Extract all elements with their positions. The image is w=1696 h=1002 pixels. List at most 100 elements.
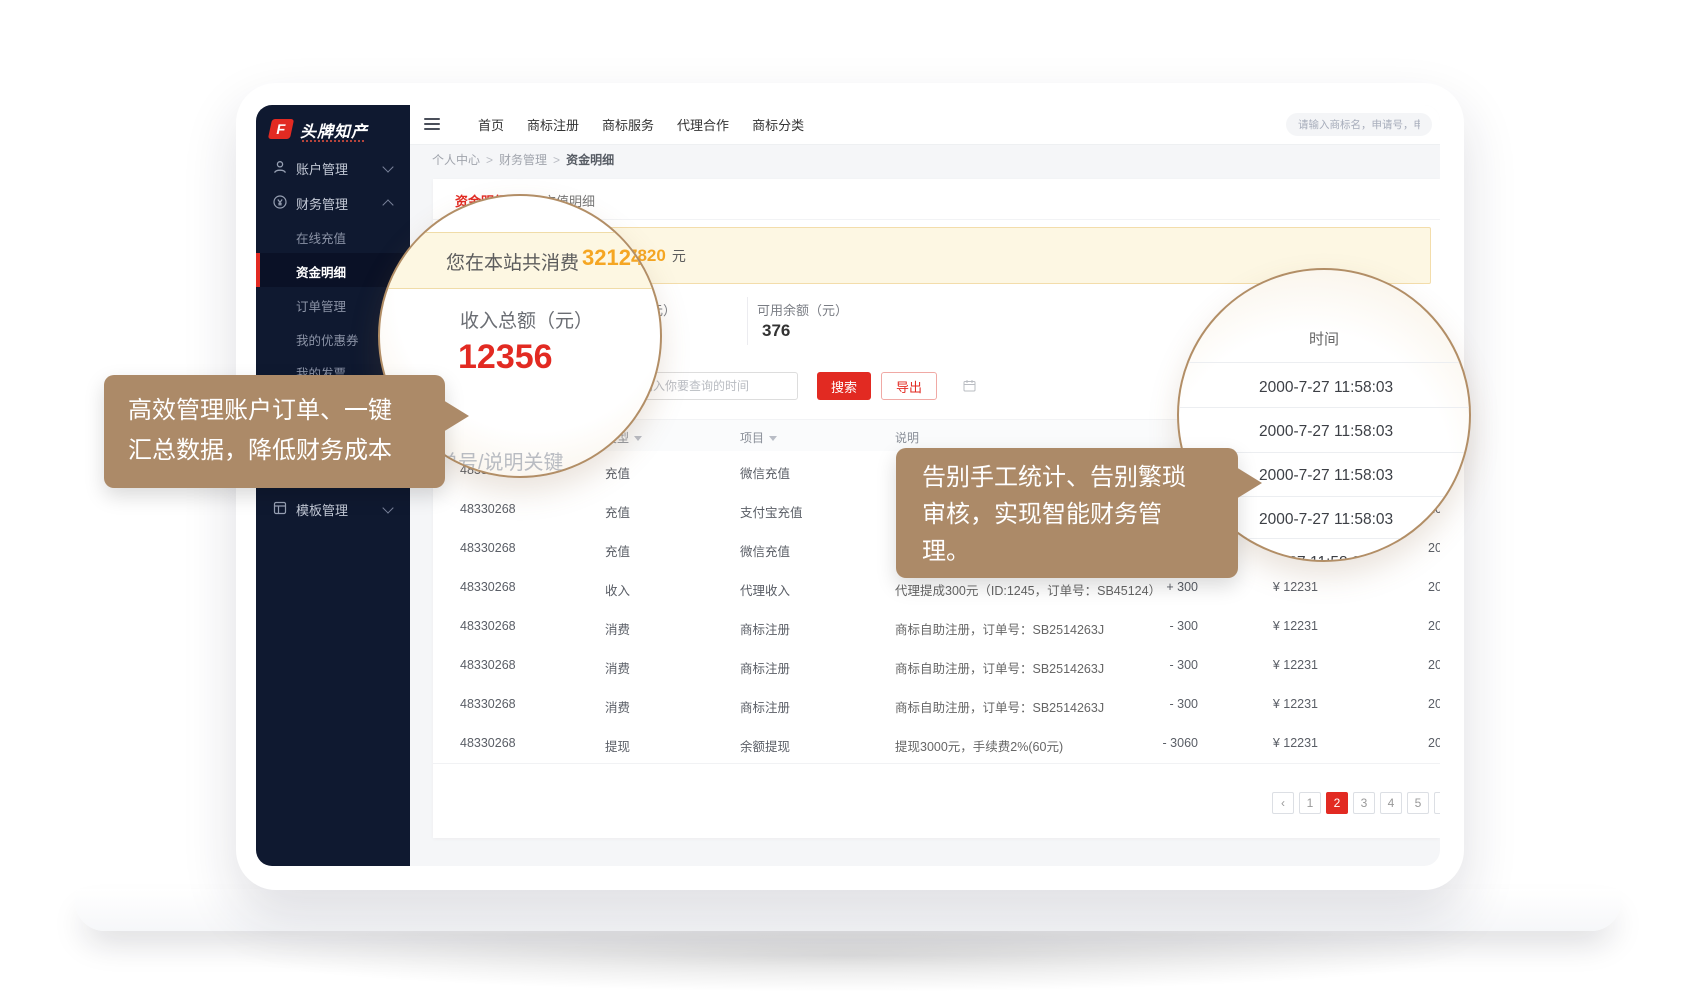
sidebar-item-label: 模板管理 <box>296 500 348 519</box>
menu-icon[interactable] <box>424 118 440 130</box>
calendar-icon <box>963 379 976 392</box>
nav-tab-trademark-service[interactable]: 商标服务 <box>602 115 654 134</box>
nav-tab-trademark-register[interactable]: 商标注册 <box>527 115 579 134</box>
cell-amount: - 3060 <box>1123 736 1198 750</box>
sidebar-item-finance[interactable]: 财务管理 <box>256 185 410 219</box>
brand-logo-icon: F <box>268 119 294 139</box>
callout-right: 告别手工统计、告别繁琐 审核，实现智能财务管 理。 <box>896 448 1238 578</box>
cell-desc: 商标自助注册，订单号：SB2514263J <box>895 619 1104 638</box>
search-button[interactable]: 搜索 <box>817 372 871 400</box>
breadcrumb-item[interactable]: 个人中心 <box>432 153 480 167</box>
breadcrumb-item[interactable]: 财务管理 <box>499 153 547 167</box>
pagination-page-5[interactable]: 5 <box>1407 792 1429 814</box>
stat-balance-value: 376 <box>762 321 790 341</box>
finance-icon <box>272 194 288 210</box>
pagination-prev-button[interactable]: ‹ <box>1272 792 1294 814</box>
pagination-page-3[interactable]: 3 <box>1353 792 1375 814</box>
cell-amount: - 300 <box>1123 697 1198 711</box>
sidebar-item-label: 我的优惠券 <box>296 330 359 349</box>
breadcrumb-separator: > <box>553 153 560 167</box>
magnified-timestamp: 2000-7-27 11:58:03 <box>1259 511 1393 529</box>
sidebar-item-label: 财务管理 <box>296 194 348 213</box>
cell-order: 48330268 <box>460 697 516 711</box>
cell-time: 2000-7-27 11:58:03 <box>1428 619 1440 633</box>
pagination: ‹ 1 2 3 4 5 › <box>1272 792 1440 814</box>
export-button[interactable]: 导出 <box>881 372 937 400</box>
top-navigation: 首页 商标注册 商标服务 代理合作 商标分类 <box>478 105 804 144</box>
cell-time: 2000-7-27 11:58:03 <box>1428 736 1440 750</box>
cell-amount: + 300 <box>1123 580 1198 594</box>
cell-project: 商标注册 <box>740 697 790 716</box>
user-icon <box>272 159 288 175</box>
pagination-next-button[interactable]: › <box>1434 792 1440 814</box>
cell-order: 48330268 <box>460 736 516 750</box>
nav-tab-home[interactable]: 首页 <box>478 115 504 134</box>
template-icon <box>272 500 288 516</box>
magnified-banner-text: 您在本站共消费 <box>446 248 579 275</box>
chevron-up-icon <box>382 199 393 210</box>
cell-balance: ¥ 12231 <box>1228 658 1318 672</box>
laptop-base <box>75 889 1621 931</box>
pagination-page-2-active[interactable]: 2 <box>1326 792 1348 814</box>
cell-desc: 商标自助注册，订单号：SB2514263J <box>895 697 1104 716</box>
cell-order: 48330268 <box>460 580 516 594</box>
divider <box>1179 362 1469 363</box>
cell-order: 48330268 <box>460 658 516 672</box>
cell-type: 消费 <box>605 619 630 638</box>
cell-time: 2000-7-27 11:58:03 <box>1428 697 1440 711</box>
cell-project: 微信充值 <box>740 541 790 560</box>
cell-project: 微信充值 <box>740 463 790 482</box>
sidebar-item-account[interactable]: 账户管理 <box>256 150 410 184</box>
cell-balance: ¥ 12231 <box>1228 736 1318 750</box>
table-row: 48330268 提现 余额提现 提现3000元，手续费2%(60元) - 30… <box>433 724 1440 764</box>
chevron-down-icon <box>382 502 393 513</box>
sidebar-item-label: 资金明细 <box>296 262 346 281</box>
cell-project: 商标注册 <box>740 658 790 677</box>
cell-time: 2000-7-27 11:58:03 <box>1428 658 1440 672</box>
stat-balance-label: 可用余额（元） <box>757 300 848 319</box>
sidebar-item-label: 账户管理 <box>296 159 348 178</box>
breadcrumb: 个人中心>财务管理>资金明细 <box>410 145 1440 176</box>
topbar: 首页 商标注册 商标服务 代理合作 商标分类 <box>410 105 1440 145</box>
active-indicator <box>256 253 260 287</box>
cell-type: 收入 <box>605 580 630 599</box>
cell-desc: 商标自助注册，订单号：SB2514263J <box>895 658 1104 677</box>
cell-balance: ¥ 12231 <box>1228 697 1318 711</box>
col-desc-header: 说明 <box>895 429 919 446</box>
topbar-search-input[interactable] <box>1286 113 1432 136</box>
pagination-page-4[interactable]: 4 <box>1380 792 1402 814</box>
brand-logo[interactable]: F 头牌知产 <box>270 117 400 151</box>
table-row: 48330268 消费 商标注册 商标自助注册，订单号：SB2514263J -… <box>433 685 1440 725</box>
sort-caret-icon <box>634 436 642 441</box>
cell-project: 商标注册 <box>740 619 790 638</box>
cell-type: 充值 <box>605 541 630 560</box>
cell-project: 代理收入 <box>740 580 790 599</box>
cell-order: 48330268 <box>460 502 516 516</box>
magnified-banner-amount: 32124 <box>582 245 643 271</box>
magnified-timestamp: 2000-7-27 11:58:03 <box>1259 379 1393 397</box>
cell-time: 2000-7-27 11:58:03 <box>1428 541 1440 555</box>
divider <box>747 297 748 345</box>
chevron-down-icon <box>382 161 393 172</box>
cell-order: 48330268 <box>460 541 516 555</box>
nav-tab-agency[interactable]: 代理合作 <box>677 115 729 134</box>
divider <box>1179 407 1469 408</box>
cell-project: 支付宝充值 <box>740 502 803 521</box>
nav-tab-trademark-class[interactable]: 商标分类 <box>752 115 804 134</box>
callout-text: 告别手工统计、告别繁琐 审核，实现智能财务管 理。 <box>922 459 1186 570</box>
col-project-header[interactable]: 项目 <box>740 429 777 446</box>
cell-type: 消费 <box>605 697 630 716</box>
callout-arrow <box>1236 467 1262 499</box>
callout-arrow <box>443 400 469 432</box>
cell-type: 提现 <box>605 736 630 755</box>
pagination-page-1[interactable]: 1 <box>1299 792 1321 814</box>
cell-amount: - 300 <box>1123 658 1198 672</box>
magnified-time-header: 时间 <box>1179 328 1469 349</box>
banner-unit: 元 <box>672 248 686 264</box>
magnified-stat-label: 收入总额（元） <box>460 306 593 333</box>
breadcrumb-separator: > <box>486 153 493 167</box>
sidebar-item-templates[interactable]: 模板管理 <box>256 491 410 525</box>
cell-amount: - 300 <box>1123 619 1198 633</box>
cell-order: 48330268 <box>460 619 516 633</box>
brand-logo-text: 头牌知产 <box>300 118 368 142</box>
